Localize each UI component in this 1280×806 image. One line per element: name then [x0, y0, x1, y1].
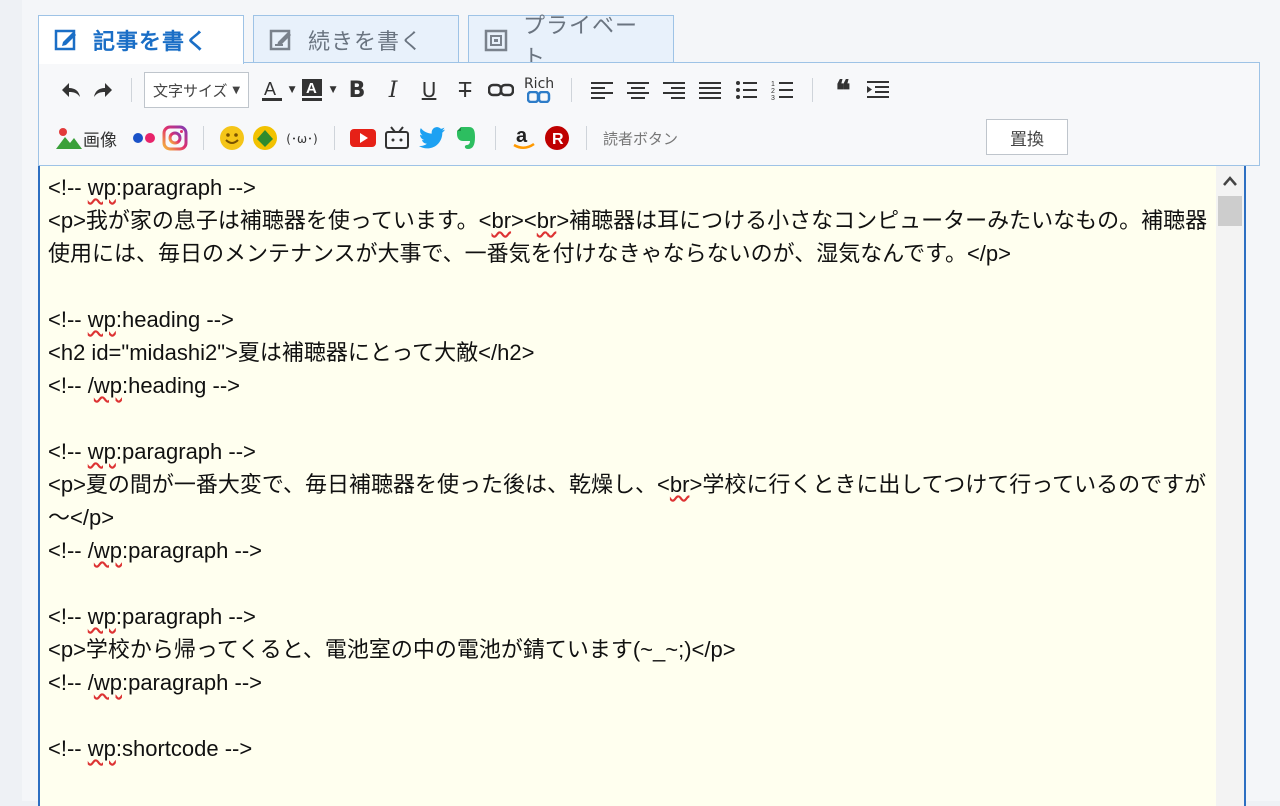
- svg-text:A: A: [264, 79, 276, 99]
- quote-icon[interactable]: ❝: [825, 73, 861, 107]
- numbered-list-icon[interactable]: 123: [764, 73, 800, 107]
- align-justify-icon[interactable]: [692, 73, 728, 107]
- editor-line: <p>夏の間が一番大変で、毎日補聴器を使った後は、乾燥し、<br>学校に行くとき…: [48, 472, 1207, 530]
- image-label[interactable]: 画像: [83, 121, 117, 155]
- italic-icon[interactable]: I: [375, 73, 411, 107]
- chevron-down-icon: ▼: [232, 84, 241, 96]
- separator: [495, 126, 496, 150]
- svg-text:A: A: [306, 80, 317, 97]
- replace-button[interactable]: 置換: [986, 119, 1068, 155]
- tab-label: 記事を書く: [93, 30, 209, 55]
- edit-continue-icon: [268, 27, 294, 53]
- svg-text:2: 2: [771, 88, 775, 95]
- photo-life-icon[interactable]: [248, 121, 282, 155]
- chevron-down-icon[interactable]: ▼: [287, 73, 297, 107]
- editor-line: <!-- /wp:paragraph -->: [48, 538, 262, 563]
- svg-text:R: R: [552, 131, 564, 148]
- scroll-up-icon[interactable]: [1216, 168, 1244, 194]
- flickr-icon[interactable]: [129, 121, 159, 155]
- tab-label: 続きを書く: [308, 29, 424, 55]
- font-size-label: 文字サイズ: [153, 81, 228, 100]
- underline-icon[interactable]: U: [411, 73, 447, 107]
- html-editor[interactable]: <!-- wp:paragraph --> <p>我が家の息子は補聴器を使っていま…: [38, 166, 1246, 806]
- align-center-icon[interactable]: [620, 73, 656, 107]
- toolbar: 文字サイズ ▼ A ▼ A ▼ B I U T Rich 1 2 3 ❝ 画像 …: [38, 62, 1260, 166]
- reader-button[interactable]: 読者ボタン: [603, 121, 678, 155]
- editor-line: <!-- wp:shortcode -->: [48, 736, 253, 761]
- editor-line: <!-- wp:paragraph -->: [48, 175, 256, 200]
- rich-link-button[interactable]: Rich: [519, 73, 559, 107]
- separator: [334, 126, 335, 150]
- undo-icon[interactable]: [55, 73, 87, 107]
- svg-text:a: a: [516, 125, 528, 147]
- evernote-icon[interactable]: [449, 121, 483, 155]
- youtube-icon[interactable]: [347, 121, 379, 155]
- separator: [203, 126, 204, 150]
- toolbar-row-2: 画像 (･ω･) a R 読者ボタン 置換: [39, 115, 1259, 161]
- image-icon[interactable]: [55, 121, 83, 155]
- amazon-icon[interactable]: a: [508, 121, 540, 155]
- scrollbar-thumb[interactable]: [1218, 196, 1242, 226]
- separator: [571, 78, 573, 102]
- private-icon: [483, 27, 509, 53]
- align-left-icon[interactable]: [584, 73, 620, 107]
- kaomoji-button[interactable]: (･ω･): [282, 121, 322, 155]
- editor-line: <!-- wp:paragraph -->: [48, 439, 256, 464]
- editor-tabs: 記事を書く 続きを書く プライベート: [38, 14, 683, 71]
- emoji-icon[interactable]: [216, 121, 248, 155]
- tab-private[interactable]: プライベート: [468, 14, 674, 71]
- editor-line: <!-- /wp:heading -->: [48, 373, 240, 398]
- instagram-icon[interactable]: [159, 121, 191, 155]
- strikethrough-icon[interactable]: T: [447, 73, 483, 107]
- separator: [131, 78, 132, 102]
- indent-icon[interactable]: [861, 73, 895, 107]
- align-right-icon[interactable]: [656, 73, 692, 107]
- font-size-select[interactable]: 文字サイズ ▼: [144, 72, 250, 108]
- rich-label: Rich: [523, 76, 555, 92]
- editor-scrollbar[interactable]: [1216, 166, 1244, 806]
- svg-text:1: 1: [771, 81, 775, 88]
- rakuten-icon[interactable]: R: [540, 121, 574, 155]
- background-color-icon[interactable]: A: [297, 73, 327, 107]
- editor-line: <!-- wp:heading -->: [48, 307, 234, 332]
- editor-line: <p>学校から帰ってくると、電池室の中の電池が錆ています(~_~;)</p>: [48, 637, 736, 662]
- separator: [586, 126, 587, 150]
- chevron-down-icon[interactable]: ▼: [327, 73, 339, 107]
- twitter-icon[interactable]: [415, 121, 449, 155]
- editor-line: <!-- /wp:paragraph -->: [48, 670, 262, 695]
- separator: [812, 78, 814, 102]
- bullet-list-icon[interactable]: [728, 73, 764, 107]
- text-color-icon[interactable]: A: [257, 73, 287, 107]
- toolbar-row-1: 文字サイズ ▼ A ▼ A ▼ B I U T Rich 1 2 3 ❝: [39, 67, 1259, 113]
- tab-write-article[interactable]: 記事を書く: [38, 15, 244, 64]
- editor-line: <!-- wp:paragraph -->: [48, 604, 256, 629]
- redo-icon[interactable]: [87, 73, 119, 107]
- svg-text:3: 3: [771, 95, 775, 101]
- tab-write-continue[interactable]: 続きを書く: [253, 15, 459, 63]
- edit-article-icon: [53, 27, 79, 53]
- editor-line: <p>我が家の息子は補聴器を使っています。<br><br>補聴器は耳につける小さ…: [48, 208, 1208, 266]
- niconico-icon[interactable]: [379, 121, 415, 155]
- bold-icon[interactable]: B: [339, 73, 375, 107]
- editor-line: <h2 id="midashi2">夏は補聴器にとって大敵</h2>: [48, 340, 535, 365]
- link-icon[interactable]: [483, 73, 519, 107]
- editor-content[interactable]: <!-- wp:paragraph --> <p>我が家の息子は補聴器を使っていま…: [48, 171, 1213, 765]
